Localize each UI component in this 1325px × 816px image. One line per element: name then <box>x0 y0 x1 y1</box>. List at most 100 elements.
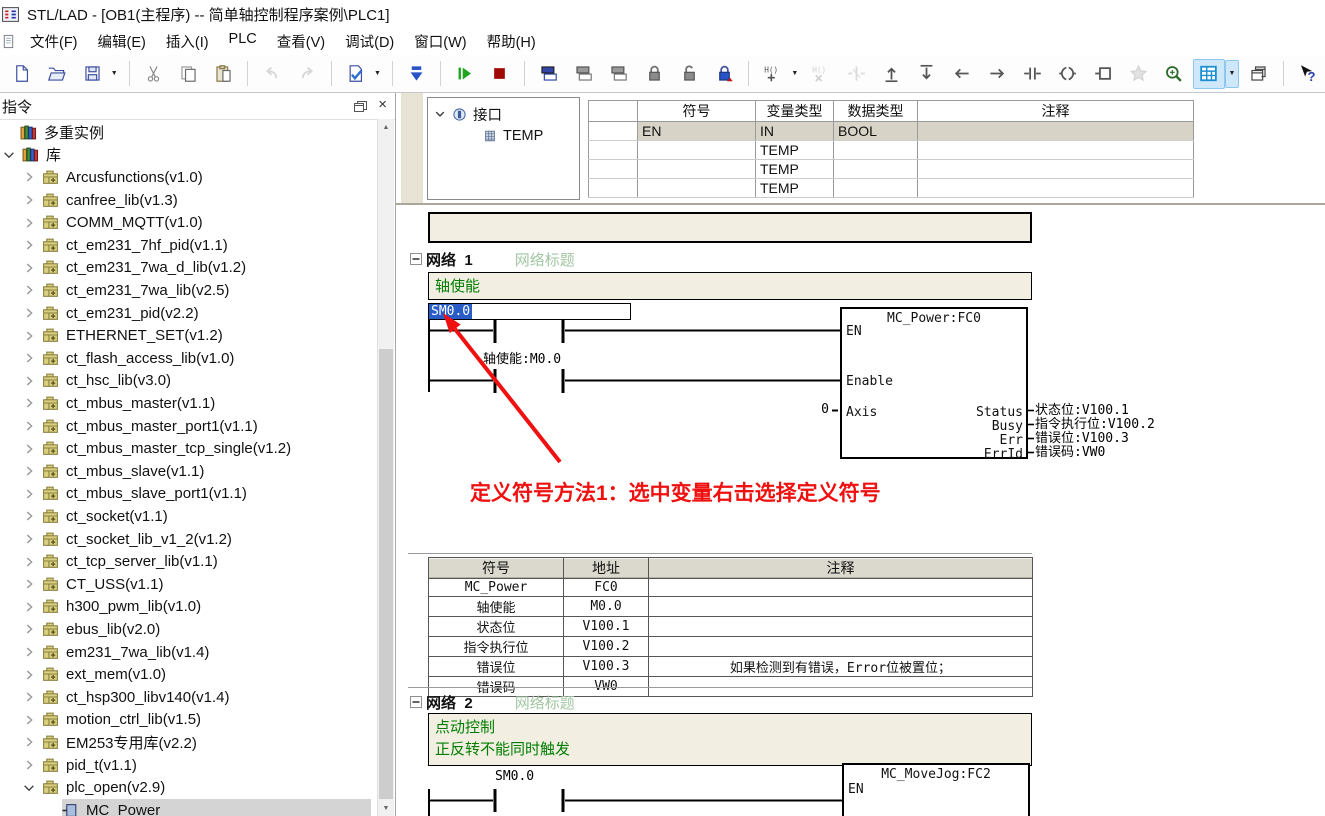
chevron-right-icon[interactable] <box>22 442 36 456</box>
operand-edit-box[interactable]: SM0.0 <box>428 303 631 320</box>
copy-button[interactable] <box>173 59 204 89</box>
tree-item-ext_mem(v1.0)[interactable]: ext_mem(v1.0) <box>0 663 377 686</box>
variable-row[interactable]: ENINBOOL <box>589 122 1194 141</box>
tree-item-Arcusfunctions(v1.0)[interactable]: Arcusfunctions(v1.0) <box>0 166 377 189</box>
chevron-right-icon[interactable] <box>22 509 36 523</box>
redo-button[interactable] <box>292 59 323 89</box>
pou-comment-box[interactable] <box>428 212 1032 243</box>
row-gutter[interactable] <box>589 141 638 160</box>
chevron-down-icon[interactable] <box>22 781 36 795</box>
data-block-button[interactable] <box>568 59 599 89</box>
insert-element-button-dropdown[interactable]: ▼ <box>789 60 802 88</box>
tree-item-ct_socket_lib_v1_2(v1.2)[interactable]: ct_socket_lib_v1_2(v1.2) <box>0 528 377 551</box>
tree-item-ct_flash_access_lib(v1.0)[interactable]: ct_flash_access_lib(v1.0) <box>0 347 377 370</box>
menu-1[interactable]: 编辑(E) <box>88 28 156 55</box>
variable-row[interactable]: TEMP <box>589 160 1194 179</box>
network-title-placeholder[interactable]: 网络标题 <box>515 692 575 713</box>
tree-item-ct_em231_7hf_pid(v1.1)[interactable]: ct_em231_7hf_pid(v1.1) <box>0 234 377 257</box>
insert-box-button[interactable] <box>1087 59 1118 89</box>
save-button[interactable] <box>77 59 108 89</box>
tree-item-ct_hsp300_libv140(v1.4)[interactable]: ct_hsp300_libv140(v1.4) <box>0 686 377 709</box>
unlock-button[interactable] <box>674 59 705 89</box>
interface-root-row[interactable]: 接口 <box>434 104 502 124</box>
variable-cell[interactable] <box>638 160 756 179</box>
chevron-right-icon[interactable] <box>22 532 36 546</box>
chevron-right-icon[interactable] <box>22 374 36 388</box>
chevron-right-icon[interactable] <box>22 283 36 297</box>
variable-cell[interactable]: TEMP <box>756 179 834 198</box>
program-block-button[interactable] <box>533 59 564 89</box>
paste-button[interactable] <box>208 59 239 89</box>
chevron-right-icon[interactable] <box>22 622 36 636</box>
chevron-right-icon[interactable] <box>22 261 36 275</box>
chevron-right-icon[interactable] <box>22 419 36 433</box>
new-file-button[interactable] <box>6 59 37 89</box>
tree-item-EM253专用库(v2.2)[interactable]: EM253专用库(v2.2) <box>0 731 377 754</box>
network-1-header[interactable]: 网络 1 网络标题 <box>410 251 575 267</box>
tree-item-ct_em231_7wa_d_lib(v1.2)[interactable]: ct_em231_7wa_d_lib(v1.2) <box>0 257 377 280</box>
chevron-right-icon[interactable] <box>22 170 36 184</box>
variable-cell[interactable]: TEMP <box>756 141 834 160</box>
table-view-button-dropdown[interactable]: ▼ <box>1225 60 1240 88</box>
tree-item-ct_mbus_slave(v1.1)[interactable]: ct_mbus_slave(v1.1) <box>0 460 377 483</box>
tree-item-MC_Power[interactable]: MC_Power <box>0 799 377 816</box>
chevron-right-icon[interactable] <box>22 351 36 365</box>
chevron-right-icon[interactable] <box>22 758 36 772</box>
contact-operand-label[interactable]: 轴使能:M0.0 <box>483 353 561 367</box>
scrollbar-thumb[interactable] <box>379 349 393 799</box>
row-gutter[interactable] <box>589 122 638 141</box>
variable-row[interactable]: TEMP <box>589 141 1194 160</box>
row-gutter[interactable] <box>589 160 638 179</box>
interface-temp-row[interactable]: TEMP <box>483 126 543 146</box>
variable-row[interactable]: TEMP <box>589 179 1194 198</box>
insert-element-button[interactable]: H() <box>757 59 788 89</box>
chevron-down-icon[interactable] <box>2 148 16 162</box>
menu-6[interactable]: 窗口(W) <box>404 28 476 55</box>
compile-check-button-dropdown[interactable]: ▼ <box>371 60 384 88</box>
tree-item-ct_mbus_master(v1.1)[interactable]: ct_mbus_master(v1.1) <box>0 392 377 415</box>
chevron-right-icon[interactable] <box>22 600 36 614</box>
tree-item-库[interactable]: 库 <box>0 144 377 167</box>
delete-element-button[interactable]: H() <box>805 59 836 89</box>
row-gutter[interactable] <box>589 179 638 198</box>
chevron-right-icon[interactable] <box>22 645 36 659</box>
chevron-right-icon[interactable] <box>22 690 36 704</box>
tree-item-CT_USS(v1.1)[interactable]: CT_USS(v1.1) <box>0 573 377 596</box>
cut-button[interactable] <box>138 59 169 89</box>
tree-item-h300_pwm_lib(v1.0)[interactable]: h300_pwm_lib(v1.0) <box>0 596 377 619</box>
scroll-up-icon[interactable]: ▲ <box>378 119 394 135</box>
tree-item-ct_hsc_lib(v3.0)[interactable]: ct_hsc_lib(v3.0) <box>0 370 377 393</box>
insert-coil-button[interactable] <box>1052 59 1083 89</box>
insert-row-down-button[interactable] <box>911 59 942 89</box>
menu-2[interactable]: 插入(I) <box>156 28 219 55</box>
tree-item-ct_mbus_master_tcp_single(v1.2)[interactable]: ct_mbus_master_tcp_single(v1.2) <box>0 437 377 460</box>
chevron-right-icon[interactable] <box>22 329 36 343</box>
chevron-right-icon[interactable] <box>22 577 36 591</box>
menu-4[interactable]: 查看(V) <box>267 28 335 55</box>
chevron-right-icon[interactable] <box>22 713 36 727</box>
chevron-right-icon[interactable] <box>22 487 36 501</box>
mc-power-block[interactable]: MC_Power:FC0 EN Enable Axis StatusBusyEr… <box>840 307 1028 459</box>
tree-item-COMM_MQTT(v1.0)[interactable]: COMM_MQTT(v1.0) <box>0 211 377 234</box>
output-operand-status[interactable]: 状态位:V100.1 <box>1035 404 1129 418</box>
tree-item-motion_ctrl_lib(v1.5)[interactable]: motion_ctrl_lib(v1.5) <box>0 709 377 732</box>
variable-cell[interactable]: BOOL <box>834 122 918 141</box>
network-2-comment-box[interactable]: 点动控制正反转不能同时触发 <box>428 713 1032 766</box>
variable-cell[interactable] <box>638 141 756 160</box>
variable-cell[interactable] <box>638 179 756 198</box>
tree-item-em231_7wa_lib(v1.4)[interactable]: em231_7wa_lib(v1.4) <box>0 641 377 664</box>
menu-5[interactable]: 调试(D) <box>335 28 404 55</box>
sidebar-scrollbar[interactable]: ▲ ▼ <box>377 119 394 816</box>
download-button[interactable] <box>401 59 432 89</box>
tree-item-多重实例[interactable]: 多重实例 <box>0 121 377 144</box>
variable-cell[interactable] <box>834 141 918 160</box>
output-operand-errid[interactable]: 错误码:VW0 <box>1035 446 1105 460</box>
scroll-down-icon[interactable]: ▼ <box>378 800 394 816</box>
help-select-button[interactable]: ? <box>1292 59 1323 89</box>
toggle-negate-button[interactable] <box>840 59 871 89</box>
mc-movejog-block[interactable]: MC_MoveJog:FC2 EN <box>842 763 1030 816</box>
network-2-header[interactable]: 网络 2 网络标题 <box>410 694 575 710</box>
chevron-right-icon[interactable] <box>22 238 36 252</box>
chevron-right-icon[interactable] <box>22 216 36 230</box>
favorites-button[interactable] <box>1123 59 1154 89</box>
